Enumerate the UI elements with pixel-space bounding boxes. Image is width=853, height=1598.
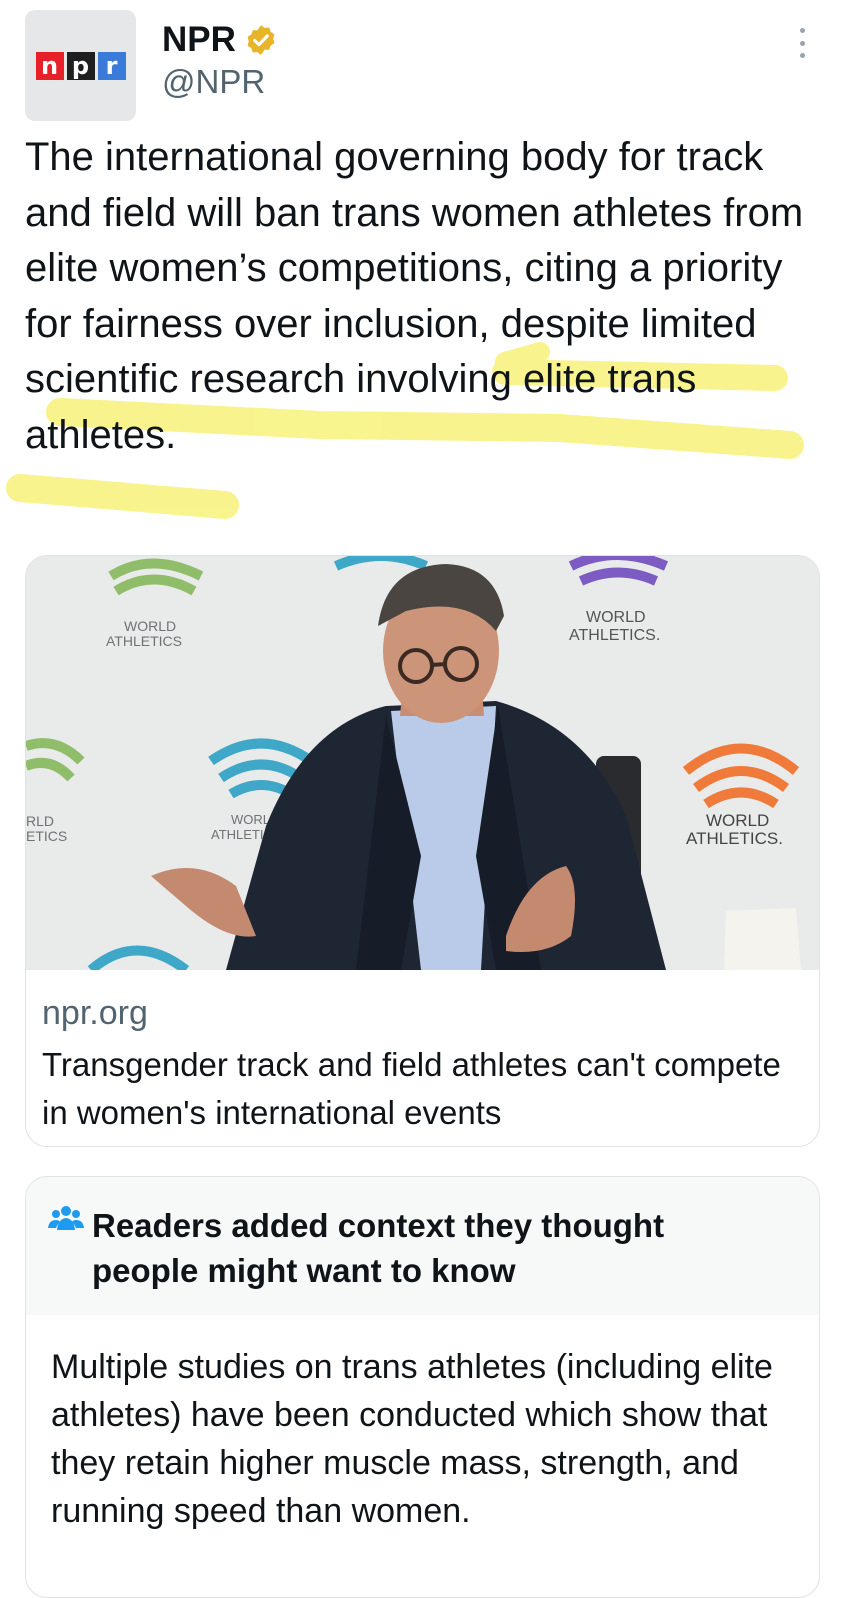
avatar[interactable]: n p r — [25, 10, 136, 121]
community-note-title: Readers added context they thought peopl… — [92, 1207, 665, 1289]
image-text-6: ETICS — [26, 828, 67, 844]
logo-letter-p: p — [66, 51, 95, 80]
image-text-5: RLD — [26, 813, 54, 829]
logo-letter-n: n — [35, 51, 64, 80]
author-name-text: NPR — [162, 20, 236, 59]
card-title[interactable]: Transgender track and field athletes can… — [42, 1041, 802, 1137]
more-vertical-icon[interactable] — [790, 28, 814, 58]
npr-logo: n p r — [35, 51, 126, 80]
image-text-10: ATHLETICS. — [686, 829, 783, 848]
image-text-9: WORLD — [706, 811, 769, 830]
article-image: WORLD ATHLETICS WORLD ATHLETICS. RLD ETI… — [26, 556, 819, 970]
verified-badge-icon — [247, 25, 275, 55]
image-text-2: ATHLETICS — [106, 633, 182, 649]
image-text-1: WORLD — [124, 618, 176, 634]
community-note-header: Readers added context they thought peopl… — [26, 1177, 819, 1315]
image-text-3: WORLD — [586, 609, 646, 626]
author-handle[interactable]: @NPR — [162, 63, 265, 101]
link-card[interactable]: WORLD ATHLETICS WORLD ATHLETICS. RLD ETI… — [25, 555, 820, 1147]
author-display-name[interactable]: NPR — [162, 20, 278, 60]
logo-letter-r: r — [97, 51, 126, 80]
image-text-4: ATHLETICS. — [569, 627, 660, 644]
community-note-body: Multiple studies on trans athletes (incl… — [51, 1348, 773, 1530]
card-domain: npr.org — [42, 994, 148, 1032]
tweet-text: The international governing body for tra… — [25, 135, 804, 457]
people-icon — [48, 1206, 84, 1230]
community-note: Readers added context they thought peopl… — [25, 1176, 820, 1598]
